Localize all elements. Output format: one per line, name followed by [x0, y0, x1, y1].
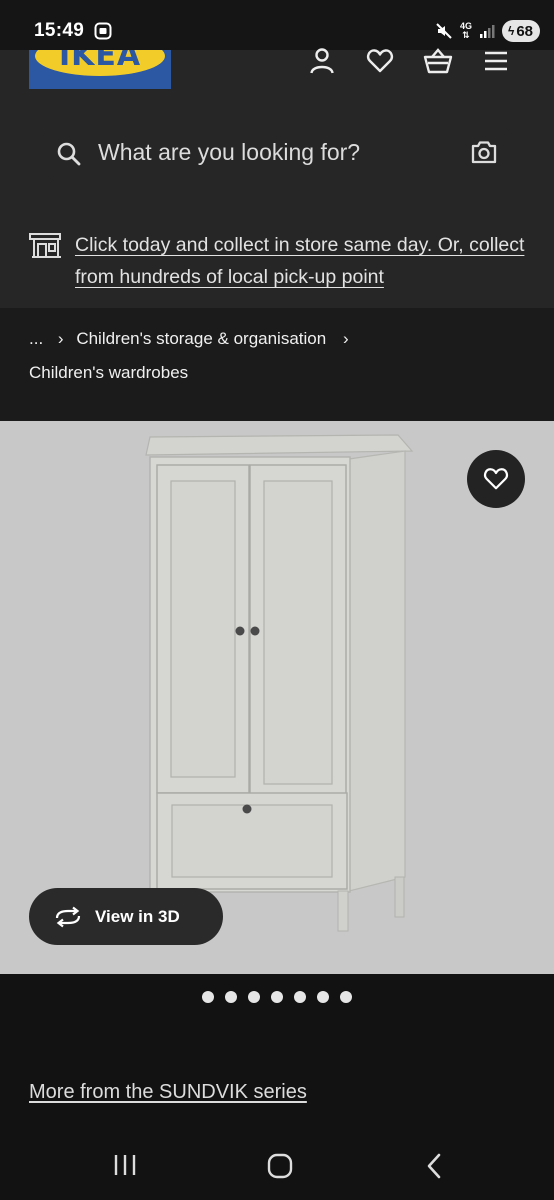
click-collect-link[interactable]: Click today and collect in store same da…: [75, 229, 525, 293]
search-input[interactable]: What are you looking for?: [98, 139, 360, 166]
battery-icon: ϟ 68: [501, 20, 540, 42]
search-icon: [57, 142, 81, 166]
image-pagination: [0, 991, 554, 1003]
breadcrumb-ellipsis[interactable]: ...: [29, 329, 43, 348]
mute-icon: [436, 23, 452, 39]
breadcrumb-parent[interactable]: Children's storage & organisation: [76, 329, 326, 348]
pagination-dot[interactable]: [271, 991, 283, 1003]
breadcrumb-row: ... › Children's storage & organisation …: [29, 329, 349, 349]
chevron-right-icon: ›: [342, 329, 349, 348]
basket-icon[interactable]: [423, 46, 453, 76]
recent-apps-icon[interactable]: [112, 1153, 138, 1177]
home-icon[interactable]: [266, 1152, 294, 1180]
pagination-dot[interactable]: [248, 991, 260, 1003]
view-in-3d-label: View in 3D: [95, 906, 180, 926]
signal-icon: [479, 25, 495, 38]
status-bar: 15:49 4G ⇅ ϟ 68: [0, 0, 554, 50]
rotate-3d-icon: [55, 906, 81, 927]
pagination-dot[interactable]: [294, 991, 306, 1003]
back-icon[interactable]: [424, 1152, 444, 1180]
status-right: 4G ⇅ ϟ 68: [435, 20, 540, 42]
user-icon[interactable]: [307, 46, 337, 76]
pagination-dot[interactable]: [317, 991, 329, 1003]
status-time: 15:49: [34, 20, 85, 41]
pagination-dot[interactable]: [225, 991, 237, 1003]
chevron-right-icon: ›: [57, 329, 64, 348]
screenshot-icon: [94, 22, 112, 40]
camera-icon[interactable]: [470, 139, 498, 165]
breadcrumb-current[interactable]: Children's wardrobes: [29, 363, 188, 383]
pagination-dot[interactable]: [340, 991, 352, 1003]
system-nav-bar: [0, 1130, 554, 1200]
heart-icon: [484, 468, 508, 490]
pagination-dot[interactable]: [202, 991, 214, 1003]
heart-icon[interactable]: [365, 46, 395, 76]
add-to-favourites-button[interactable]: [467, 450, 525, 508]
series-link[interactable]: More from the SUNDVIK series: [29, 1081, 307, 1104]
ikea-logo[interactable]: IKEA: [29, 50, 171, 89]
search-bar[interactable]: What are you looking for?: [38, 121, 518, 185]
network-indicator: 4G ⇅: [459, 21, 472, 40]
view-in-3d-button[interactable]: View in 3D: [29, 888, 223, 945]
store-icon: [29, 233, 61, 258]
menu-icon[interactable]: [481, 46, 511, 76]
